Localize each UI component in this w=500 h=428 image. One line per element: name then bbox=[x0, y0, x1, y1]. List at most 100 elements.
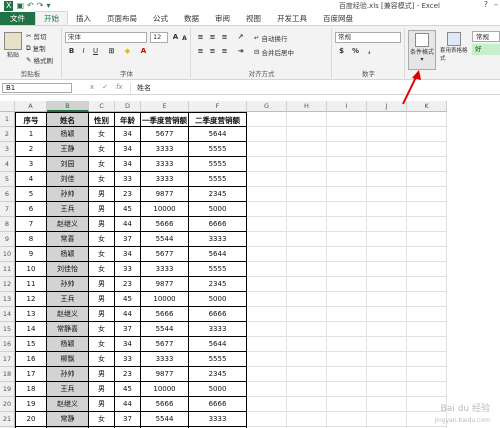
align-right-icon[interactable]: ≡ bbox=[220, 47, 229, 56]
column-header-A[interactable]: A bbox=[15, 101, 47, 112]
table-cell[interactable]: 33 bbox=[115, 262, 141, 277]
number-format-select[interactable]: 常规 bbox=[335, 32, 401, 43]
table-cell[interactable]: 10 bbox=[15, 262, 47, 277]
cut-button[interactable]: ✂ 剪切 bbox=[26, 31, 46, 41]
table-cell[interactable]: 男 bbox=[89, 292, 115, 307]
empty-cell[interactable] bbox=[247, 337, 287, 352]
table-cell[interactable]: 女 bbox=[89, 262, 115, 277]
table-cell[interactable]: 3333 bbox=[189, 322, 247, 337]
empty-cell[interactable] bbox=[367, 172, 407, 187]
table-cell[interactable]: 女 bbox=[89, 337, 115, 352]
empty-cell[interactable] bbox=[287, 142, 327, 157]
empty-cell[interactable] bbox=[327, 397, 367, 412]
column-header-B[interactable]: B bbox=[47, 101, 89, 112]
table-cell[interactable]: 男 bbox=[89, 187, 115, 202]
table-cell[interactable]: 女 bbox=[89, 322, 115, 337]
empty-cell[interactable] bbox=[287, 307, 327, 322]
empty-cell[interactable] bbox=[247, 187, 287, 202]
minimize-icon[interactable]: – bbox=[494, 0, 498, 9]
table-cell[interactable]: 5555 bbox=[189, 157, 247, 172]
merge-center-button[interactable]: ⊟ 合并后居中 bbox=[254, 47, 294, 57]
empty-cell[interactable] bbox=[327, 247, 367, 262]
empty-cell[interactable] bbox=[287, 172, 327, 187]
empty-cell[interactable] bbox=[367, 277, 407, 292]
table-cell[interactable]: 19 bbox=[15, 397, 47, 412]
tab-6[interactable]: 审阅 bbox=[207, 12, 238, 25]
wrap-text-button[interactable]: ↵ 自动换行 bbox=[254, 33, 287, 43]
row-header[interactable]: 15 bbox=[0, 322, 15, 337]
table-cell[interactable]: 柳飘 bbox=[47, 352, 89, 367]
table-cell[interactable]: 5666 bbox=[141, 307, 189, 322]
empty-cell[interactable] bbox=[287, 397, 327, 412]
table-cell[interactable]: 刘佳 bbox=[47, 172, 89, 187]
table-cell[interactable]: 3333 bbox=[141, 172, 189, 187]
empty-cell[interactable] bbox=[247, 307, 287, 322]
table-header-cell[interactable]: 姓名 bbox=[47, 112, 89, 127]
table-cell[interactable]: 常静 bbox=[47, 412, 89, 427]
table-cell[interactable]: 3333 bbox=[141, 352, 189, 367]
table-cell[interactable]: 15 bbox=[15, 337, 47, 352]
tab-9[interactable]: 百度网盘 bbox=[315, 12, 361, 25]
empty-cell[interactable] bbox=[247, 142, 287, 157]
function-icon[interactable]: fx bbox=[116, 83, 123, 91]
table-cell[interactable]: 7 bbox=[15, 217, 47, 232]
empty-cell[interactable] bbox=[327, 157, 367, 172]
table-header-cell[interactable]: 年龄 bbox=[115, 112, 141, 127]
empty-cell[interactable] bbox=[327, 232, 367, 247]
table-cell[interactable]: 16 bbox=[15, 352, 47, 367]
table-cell[interactable]: 9877 bbox=[141, 367, 189, 382]
table-cell[interactable]: 5677 bbox=[141, 337, 189, 352]
table-cell[interactable]: 37 bbox=[115, 412, 141, 427]
table-cell[interactable]: 10000 bbox=[141, 202, 189, 217]
copy-button[interactable]: ⧉ 复制 bbox=[26, 43, 46, 54]
empty-cell[interactable] bbox=[287, 112, 327, 127]
table-cell[interactable]: 王兵 bbox=[47, 202, 89, 217]
tab-0[interactable]: 文件 bbox=[0, 12, 35, 25]
format-as-table-button[interactable]: 套用表格格式 bbox=[440, 30, 468, 70]
table-cell[interactable]: 王兵 bbox=[47, 292, 89, 307]
empty-cell[interactable] bbox=[247, 397, 287, 412]
empty-cell[interactable] bbox=[327, 112, 367, 127]
empty-cell[interactable] bbox=[367, 142, 407, 157]
column-header-I[interactable]: I bbox=[327, 101, 367, 112]
empty-cell[interactable] bbox=[367, 337, 407, 352]
table-cell[interactable]: 14 bbox=[15, 322, 47, 337]
table-cell[interactable]: 女 bbox=[89, 142, 115, 157]
grow-font-button[interactable]: A bbox=[171, 33, 180, 42]
empty-cell[interactable] bbox=[407, 172, 447, 187]
empty-cell[interactable] bbox=[327, 217, 367, 232]
tab-5[interactable]: 数据 bbox=[176, 12, 207, 25]
empty-cell[interactable] bbox=[247, 247, 287, 262]
empty-cell[interactable] bbox=[247, 367, 287, 382]
column-header-D[interactable]: D bbox=[115, 101, 141, 112]
empty-cell[interactable] bbox=[367, 187, 407, 202]
empty-cell[interactable] bbox=[287, 292, 327, 307]
empty-cell[interactable] bbox=[287, 322, 327, 337]
empty-cell[interactable] bbox=[327, 292, 367, 307]
format-painter-button[interactable]: ✎ 格式刷 bbox=[26, 55, 53, 65]
table-cell[interactable]: 男 bbox=[89, 217, 115, 232]
empty-cell[interactable] bbox=[367, 247, 407, 262]
tab-1[interactable]: 开始 bbox=[35, 11, 68, 25]
empty-cell[interactable] bbox=[247, 217, 287, 232]
style-good[interactable]: 好 bbox=[472, 44, 500, 55]
table-cell[interactable]: 孙帅 bbox=[47, 187, 89, 202]
table-cell[interactable]: 33 bbox=[115, 352, 141, 367]
empty-cell[interactable] bbox=[287, 127, 327, 142]
empty-cell[interactable] bbox=[367, 262, 407, 277]
empty-cell[interactable] bbox=[287, 247, 327, 262]
empty-cell[interactable] bbox=[287, 412, 327, 427]
empty-cell[interactable] bbox=[247, 262, 287, 277]
table-header-cell[interactable]: 一季度营销额 bbox=[141, 112, 189, 127]
empty-cell[interactable] bbox=[287, 262, 327, 277]
column-header-K[interactable]: K bbox=[407, 101, 447, 112]
empty-cell[interactable] bbox=[327, 127, 367, 142]
table-cell[interactable]: 刘佳怡 bbox=[47, 262, 89, 277]
row-header[interactable]: 21 bbox=[0, 412, 15, 427]
table-header-cell[interactable]: 序号 bbox=[15, 112, 47, 127]
empty-cell[interactable] bbox=[327, 382, 367, 397]
empty-cell[interactable] bbox=[247, 232, 287, 247]
empty-cell[interactable] bbox=[407, 367, 447, 382]
align-left-icon[interactable]: ≡ bbox=[196, 47, 205, 56]
empty-cell[interactable] bbox=[407, 277, 447, 292]
